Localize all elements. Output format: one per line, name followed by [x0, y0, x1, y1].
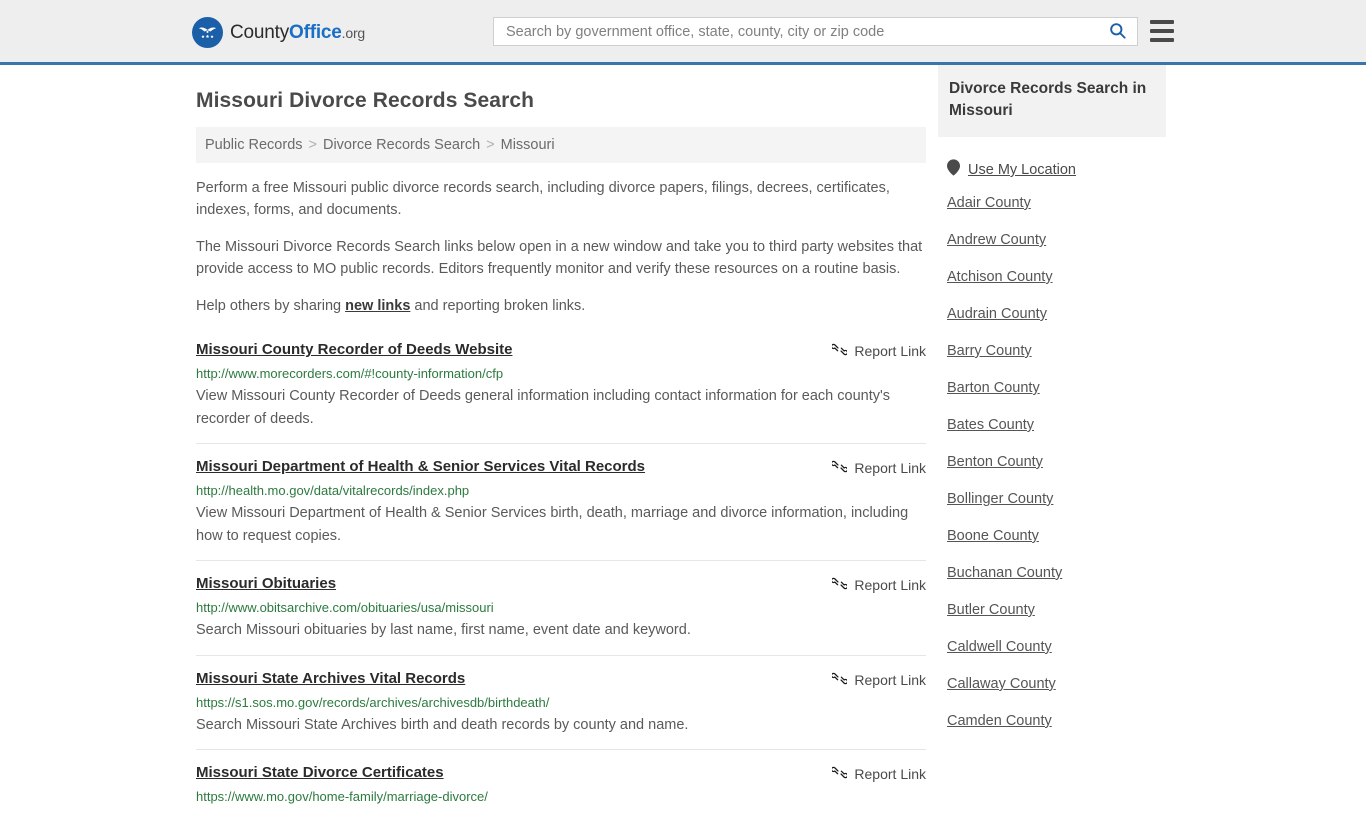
main-column: Missouri Divorce Records Search Public R…	[196, 65, 926, 817]
result-header: Missouri Department of Health & Senior S…	[196, 458, 926, 477]
map-pin-icon	[947, 159, 960, 181]
county-link[interactable]: Adair County	[947, 195, 1166, 211]
page-body: Missouri Divorce Records Search Public R…	[0, 65, 1366, 817]
breadcrumb: Public Records > Divorce Records Search …	[196, 127, 926, 163]
result-item: Missouri County Recorder of Deeds Websit…	[196, 331, 926, 443]
intro-paragraph-3: Help others by sharing new links and rep…	[196, 295, 926, 317]
results-list: Missouri County Recorder of Deeds Websit…	[196, 331, 926, 817]
county-link[interactable]: Camden County	[947, 713, 1166, 729]
county-link[interactable]: Butler County	[947, 602, 1166, 618]
result-url[interactable]: http://health.mo.gov/data/vitalrecords/i…	[196, 483, 926, 498]
search-bar	[493, 17, 1138, 46]
county-link[interactable]: Benton County	[947, 454, 1166, 470]
result-item: Missouri Department of Health & Senior S…	[196, 443, 926, 560]
county-link[interactable]: Buchanan County	[947, 565, 1166, 581]
page-title: Missouri Divorce Records Search	[196, 89, 535, 112]
intro-paragraph-1: Perform a free Missouri public divorce r…	[196, 180, 890, 219]
hamburger-bar-1	[1150, 20, 1174, 24]
county-link[interactable]: Barry County	[947, 343, 1166, 359]
hamburger-bar-3	[1150, 38, 1174, 42]
hamburger-menu-icon[interactable]	[1150, 20, 1174, 42]
site-header: CountyOffice.org	[0, 0, 1366, 65]
result-header: Missouri Obituaries Report Link	[196, 575, 926, 594]
county-link[interactable]: Boone County	[947, 528, 1166, 544]
eagle-shield-logo-icon	[192, 17, 223, 48]
breadcrumb-item-missouri[interactable]: Missouri	[501, 137, 555, 153]
result-title-link[interactable]: Missouri County Recorder of Deeds Websit…	[196, 341, 512, 358]
result-item: Missouri Obituaries Report Link http://w…	[196, 560, 926, 654]
intro-paragraph-3-prefix: Help others by sharing	[196, 297, 346, 314]
search-button[interactable]	[1097, 18, 1137, 45]
result-url[interactable]: https://s1.sos.mo.gov/records/archives/a…	[196, 695, 926, 710]
logo-text-office: Office	[289, 21, 342, 43]
sidebar: Divorce Records Search in Missouri Use M…	[926, 65, 1166, 817]
result-url[interactable]: https://www.mo.gov/home-family/marriage-…	[196, 789, 926, 804]
result-title-link[interactable]: Missouri State Archives Vital Records	[196, 670, 465, 687]
result-item: Missouri State Divorce Certificates Repo…	[196, 749, 926, 817]
result-url[interactable]: http://www.morecorders.com/#!county-info…	[196, 366, 926, 381]
county-link[interactable]: Barton County	[947, 380, 1166, 396]
use-my-location-button[interactable]: Use My Location	[938, 159, 1166, 181]
breadcrumb-separator-2: >	[486, 137, 495, 153]
broken-link-icon	[831, 671, 849, 689]
result-title-link[interactable]: Missouri Department of Health & Senior S…	[196, 458, 645, 475]
breadcrumb-item-divorce-records-search[interactable]: Divorce Records Search	[323, 137, 480, 153]
result-description: View Missouri Department of Health & Sen…	[196, 505, 909, 544]
broken-link-icon	[831, 459, 849, 477]
broken-link-icon	[831, 576, 849, 594]
result-title-link[interactable]: Missouri Obituaries	[196, 575, 336, 592]
intro-section: Perform a free Missouri public divorce r…	[196, 177, 926, 317]
hamburger-bar-2	[1150, 29, 1174, 33]
intro-paragraph-3-suffix: and reporting broken links.	[410, 297, 586, 314]
county-link[interactable]: Callaway County	[947, 676, 1166, 692]
county-link[interactable]: Andrew County	[947, 232, 1166, 248]
result-header: Missouri State Divorce Certificates Repo…	[196, 764, 926, 783]
site-logo[interactable]: CountyOffice.org	[192, 17, 365, 48]
broken-link-icon	[831, 342, 849, 360]
result-description: View Missouri County Recorder of Deeds g…	[196, 388, 891, 427]
search-input[interactable]	[494, 18, 1097, 45]
report-link-button[interactable]: Report Link	[831, 458, 926, 477]
result-description: Search Missouri State Archives birth and…	[196, 716, 689, 733]
report-link-label: Report Link	[854, 671, 926, 688]
site-logo-text: CountyOffice.org	[230, 22, 365, 44]
report-link-button[interactable]: Report Link	[831, 341, 926, 360]
intro-paragraph-2: The Missouri Divorce Records Search link…	[196, 238, 923, 278]
report-link-label: Report Link	[854, 577, 926, 594]
result-header: Missouri State Archives Vital Records Re…	[196, 670, 926, 689]
content-container: Missouri Divorce Records Search Public R…	[188, 65, 1178, 817]
report-link-label: Report Link	[854, 343, 926, 360]
result-description: Search Missouri obituaries by last name,…	[196, 622, 691, 639]
logo-text-county: County	[230, 21, 290, 43]
result-item: Missouri State Archives Vital Records Re…	[196, 654, 926, 749]
county-link[interactable]: Atchison County	[947, 269, 1166, 285]
breadcrumb-separator-1: >	[308, 137, 317, 153]
logo-text-org: .org	[341, 24, 366, 41]
county-links-list: Adair County Andrew County Atchison Coun…	[938, 195, 1166, 729]
county-link[interactable]: Bates County	[947, 417, 1166, 433]
report-link-button[interactable]: Report Link	[831, 575, 926, 594]
county-link[interactable]: Audrain County	[947, 306, 1166, 322]
report-link-label: Report Link	[854, 460, 926, 477]
new-links-link[interactable]: new links	[345, 298, 410, 314]
result-title-link[interactable]: Missouri State Divorce Certificates	[196, 764, 444, 781]
search-icon	[1108, 21, 1127, 43]
county-link[interactable]: Caldwell County	[947, 639, 1166, 655]
use-my-location-label: Use My Location	[968, 161, 1076, 178]
report-link-button[interactable]: Report Link	[831, 764, 926, 783]
report-link-button[interactable]: Report Link	[831, 670, 926, 689]
breadcrumb-item-public-records[interactable]: Public Records	[205, 137, 303, 153]
report-link-label: Report Link	[854, 766, 926, 783]
sidebar-heading: Divorce Records Search in Missouri	[938, 65, 1166, 137]
county-link[interactable]: Bollinger County	[947, 491, 1166, 507]
result-header: Missouri County Recorder of Deeds Websit…	[196, 341, 926, 360]
result-url[interactable]: http://www.obitsarchive.com/obituaries/u…	[196, 600, 926, 615]
